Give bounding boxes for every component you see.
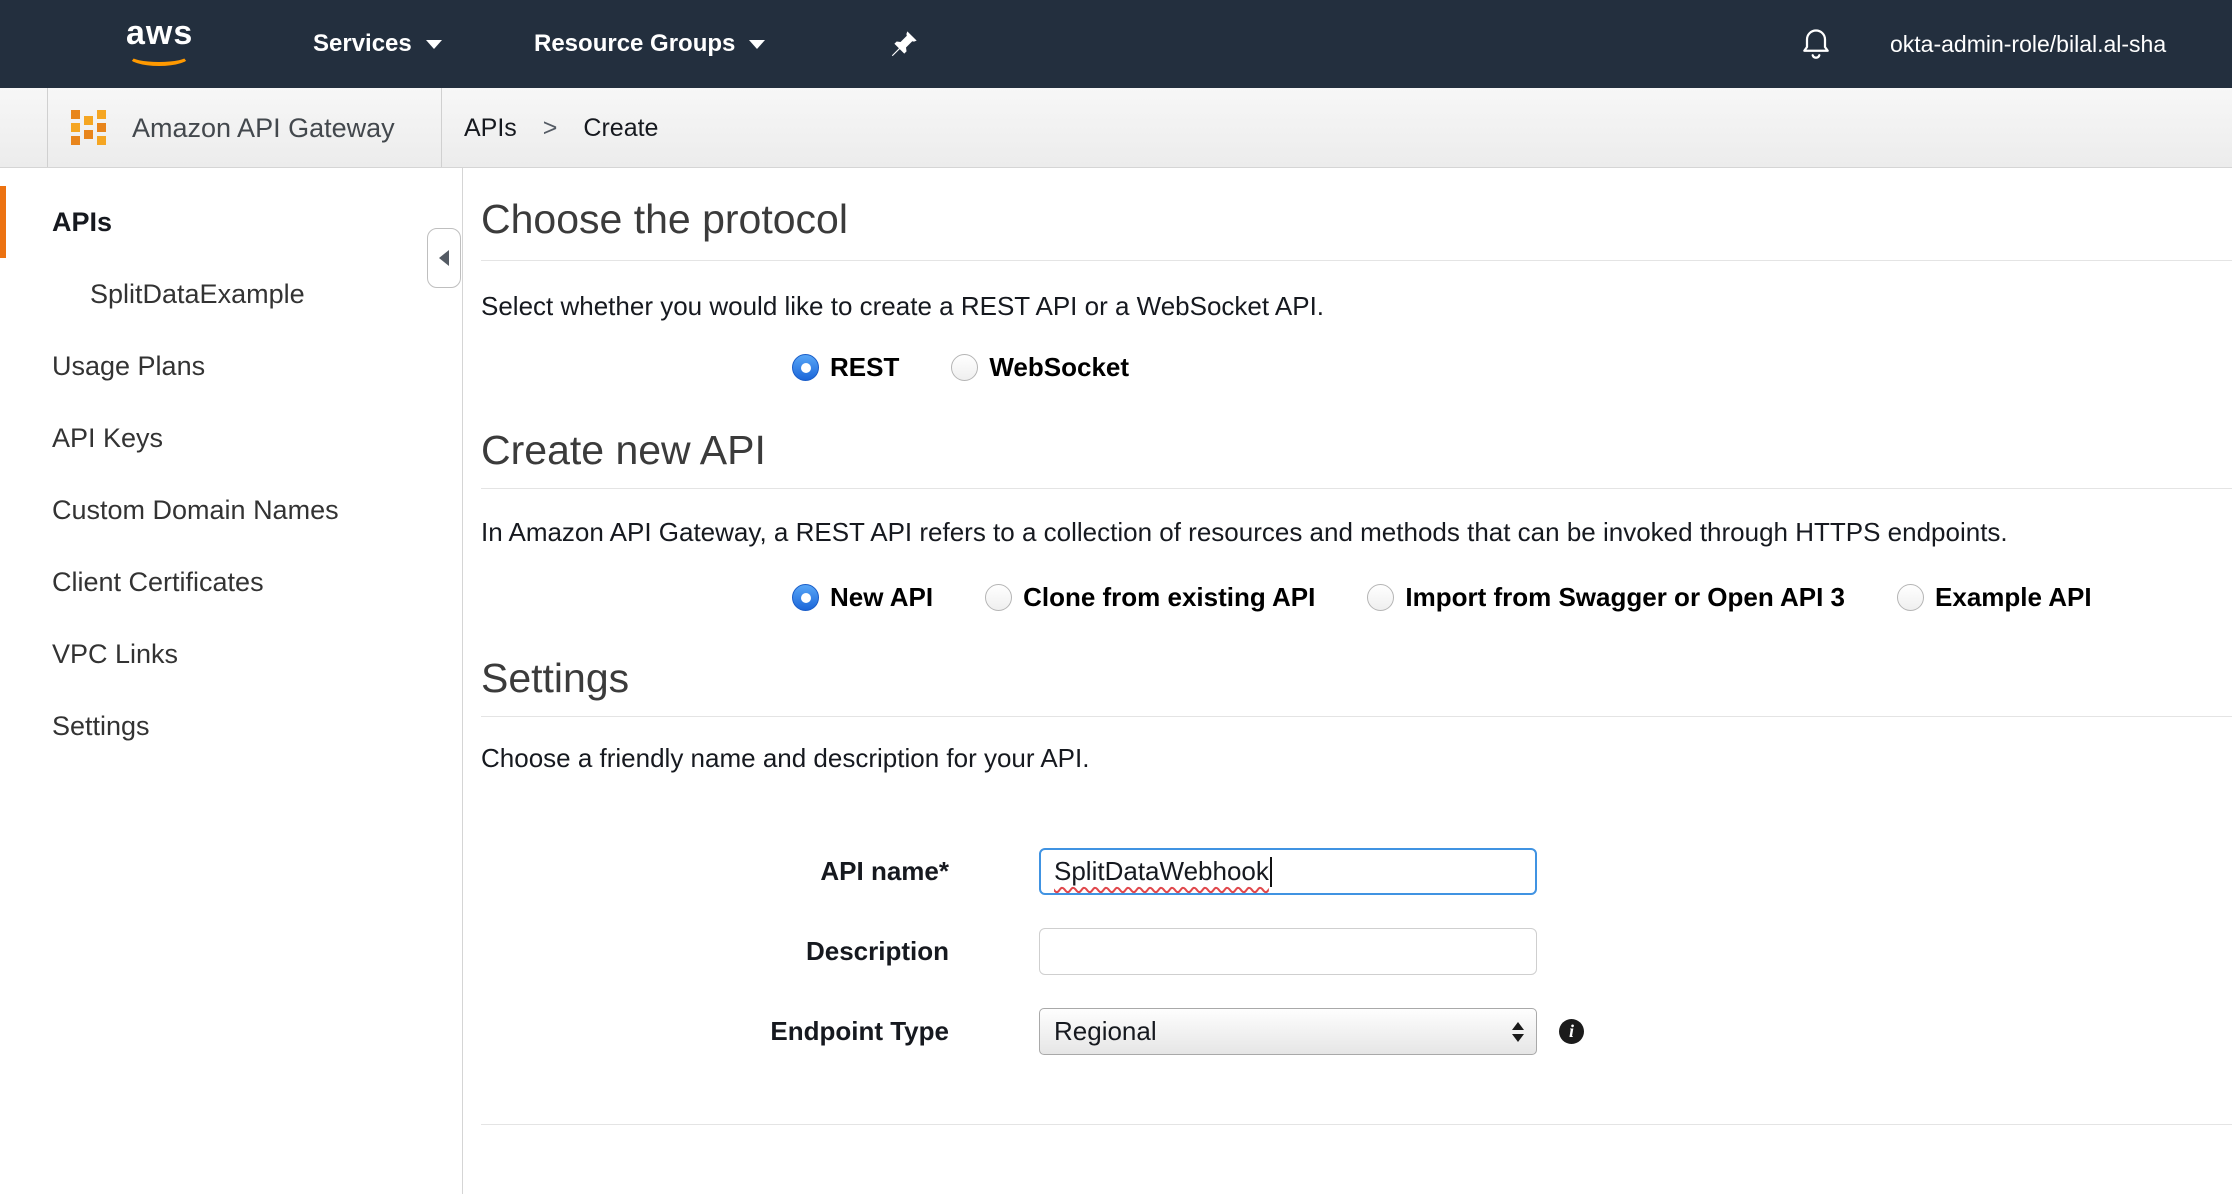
breadcrumb-create: Create [583, 114, 658, 143]
pin-icon[interactable] [888, 28, 920, 60]
radio-new-api-label: New API [830, 582, 933, 613]
protocol-description: Select whether you would like to create … [481, 291, 2232, 322]
info-icon-glyph: i [1569, 1021, 1574, 1042]
create-radio-group: New API Clone from existing API Import f… [792, 582, 2232, 613]
sidebar-item-label: Settings [52, 711, 150, 742]
sidebar-item-settings[interactable]: Settings [0, 690, 462, 762]
endpoint-type-row: Endpoint Type Regional i [481, 1008, 2232, 1055]
divider [481, 488, 2232, 489]
services-menu-label: Services [313, 30, 412, 58]
radio-option-websocket[interactable]: WebSocket [951, 352, 1129, 383]
endpoint-type-label: Endpoint Type [481, 1016, 949, 1047]
aws-smile-icon [128, 46, 190, 66]
breadcrumb: APIs > Create [464, 88, 658, 168]
radio-clone-label: Clone from existing API [1023, 582, 1315, 613]
services-menu[interactable]: Services [313, 0, 442, 88]
radio-option-rest[interactable]: REST [792, 352, 899, 383]
endpoint-type-value: Regional [1054, 1016, 1157, 1047]
sidebar-collapse-button[interactable] [427, 228, 461, 288]
resource-groups-menu-label: Resource Groups [534, 30, 735, 58]
up-down-arrows-icon [1512, 1022, 1524, 1042]
sidebar-item-label: Custom Domain Names [52, 495, 339, 526]
description-label: Description [481, 936, 949, 967]
radio-clone[interactable] [985, 584, 1012, 611]
endpoint-type-select[interactable]: Regional [1039, 1008, 1537, 1055]
info-icon[interactable]: i [1559, 1019, 1584, 1044]
sidebar-item-label: Usage Plans [52, 351, 205, 382]
sidebar-item-api-keys[interactable]: API Keys [0, 402, 462, 474]
aws-logo[interactable]: aws [126, 16, 204, 72]
radio-websocket-label: WebSocket [989, 352, 1129, 383]
api-gateway-icon [68, 107, 110, 149]
divider [481, 260, 2232, 261]
radio-option-clone[interactable]: Clone from existing API [985, 582, 1315, 613]
create-description: In Amazon API Gateway, a REST API refers… [481, 517, 2232, 548]
resource-groups-menu[interactable]: Resource Groups [534, 0, 765, 88]
radio-example[interactable] [1897, 584, 1924, 611]
chevron-down-icon [426, 40, 442, 49]
chevron-down-icon [749, 40, 765, 49]
breadcrumb-apis[interactable]: APIs [464, 114, 517, 143]
divider [441, 88, 442, 167]
settings-section-title: Settings [481, 655, 2232, 702]
breadcrumb-separator: > [543, 114, 558, 143]
sidebar-item-label: API Keys [52, 423, 163, 454]
sidebar-item-splitdataexample[interactable]: SplitDataExample [0, 258, 462, 330]
radio-option-new-api[interactable]: New API [792, 582, 933, 613]
service-name-label: Amazon API Gateway [132, 113, 395, 144]
divider [47, 88, 48, 167]
sidebar-item-apis[interactable]: APIs [0, 186, 462, 258]
page-title: Choose the protocol [481, 196, 2232, 243]
main-content: Choose the protocol Select whether you w… [464, 168, 2232, 1194]
account-menu-label: okta-admin-role/bilal.al-sha [1890, 31, 2166, 58]
sidebar: APIs SplitDataExample Usage Plans API Ke… [0, 168, 463, 1194]
api-name-label: API name* [481, 856, 949, 887]
divider [481, 716, 2232, 717]
service-header: Amazon API Gateway APIs > Create [0, 88, 2232, 168]
radio-option-example[interactable]: Example API [1897, 582, 2092, 613]
divider [481, 1124, 2232, 1125]
sidebar-item-vpc-links[interactable]: VPC Links [0, 618, 462, 690]
sidebar-item-custom-domain-names[interactable]: Custom Domain Names [0, 474, 462, 546]
radio-rest-label: REST [830, 352, 899, 383]
radio-import-label: Import from Swagger or Open API 3 [1405, 582, 1845, 613]
create-section-title: Create new API [481, 427, 2232, 474]
bell-icon[interactable] [1798, 26, 1834, 62]
settings-description: Choose a friendly name and description f… [481, 743, 2232, 774]
radio-example-label: Example API [1935, 582, 2092, 613]
text-cursor [1270, 857, 1272, 887]
sidebar-item-label: SplitDataExample [90, 279, 305, 310]
api-name-value: SplitDataWebhook [1054, 856, 1269, 887]
sidebar-item-usage-plans[interactable]: Usage Plans [0, 330, 462, 402]
radio-new-api[interactable] [792, 584, 819, 611]
api-name-input[interactable]: SplitDataWebhook [1039, 848, 1537, 895]
description-input[interactable] [1039, 928, 1537, 975]
sidebar-item-client-certificates[interactable]: Client Certificates [0, 546, 462, 618]
radio-rest[interactable] [792, 354, 819, 381]
sidebar-item-label: VPC Links [52, 639, 178, 670]
radio-import[interactable] [1367, 584, 1394, 611]
radio-websocket[interactable] [951, 354, 978, 381]
settings-form: API name* SplitDataWebhook Description E… [481, 848, 2232, 1055]
sidebar-item-label: Client Certificates [52, 567, 264, 598]
sidebar-nav: APIs SplitDataExample Usage Plans API Ke… [0, 168, 462, 762]
sidebar-item-label: APIs [52, 207, 112, 238]
account-menu[interactable]: okta-admin-role/bilal.al-sha [1890, 0, 2232, 88]
top-nav: aws Services Resource Groups okta-admin-… [0, 0, 2232, 88]
chevron-left-icon [439, 250, 449, 266]
protocol-radio-group: REST WebSocket [792, 352, 2232, 383]
api-name-row: API name* SplitDataWebhook [481, 848, 2232, 895]
radio-option-import[interactable]: Import from Swagger or Open API 3 [1367, 582, 1845, 613]
description-row: Description [481, 928, 2232, 975]
service-name[interactable]: Amazon API Gateway [132, 88, 395, 168]
